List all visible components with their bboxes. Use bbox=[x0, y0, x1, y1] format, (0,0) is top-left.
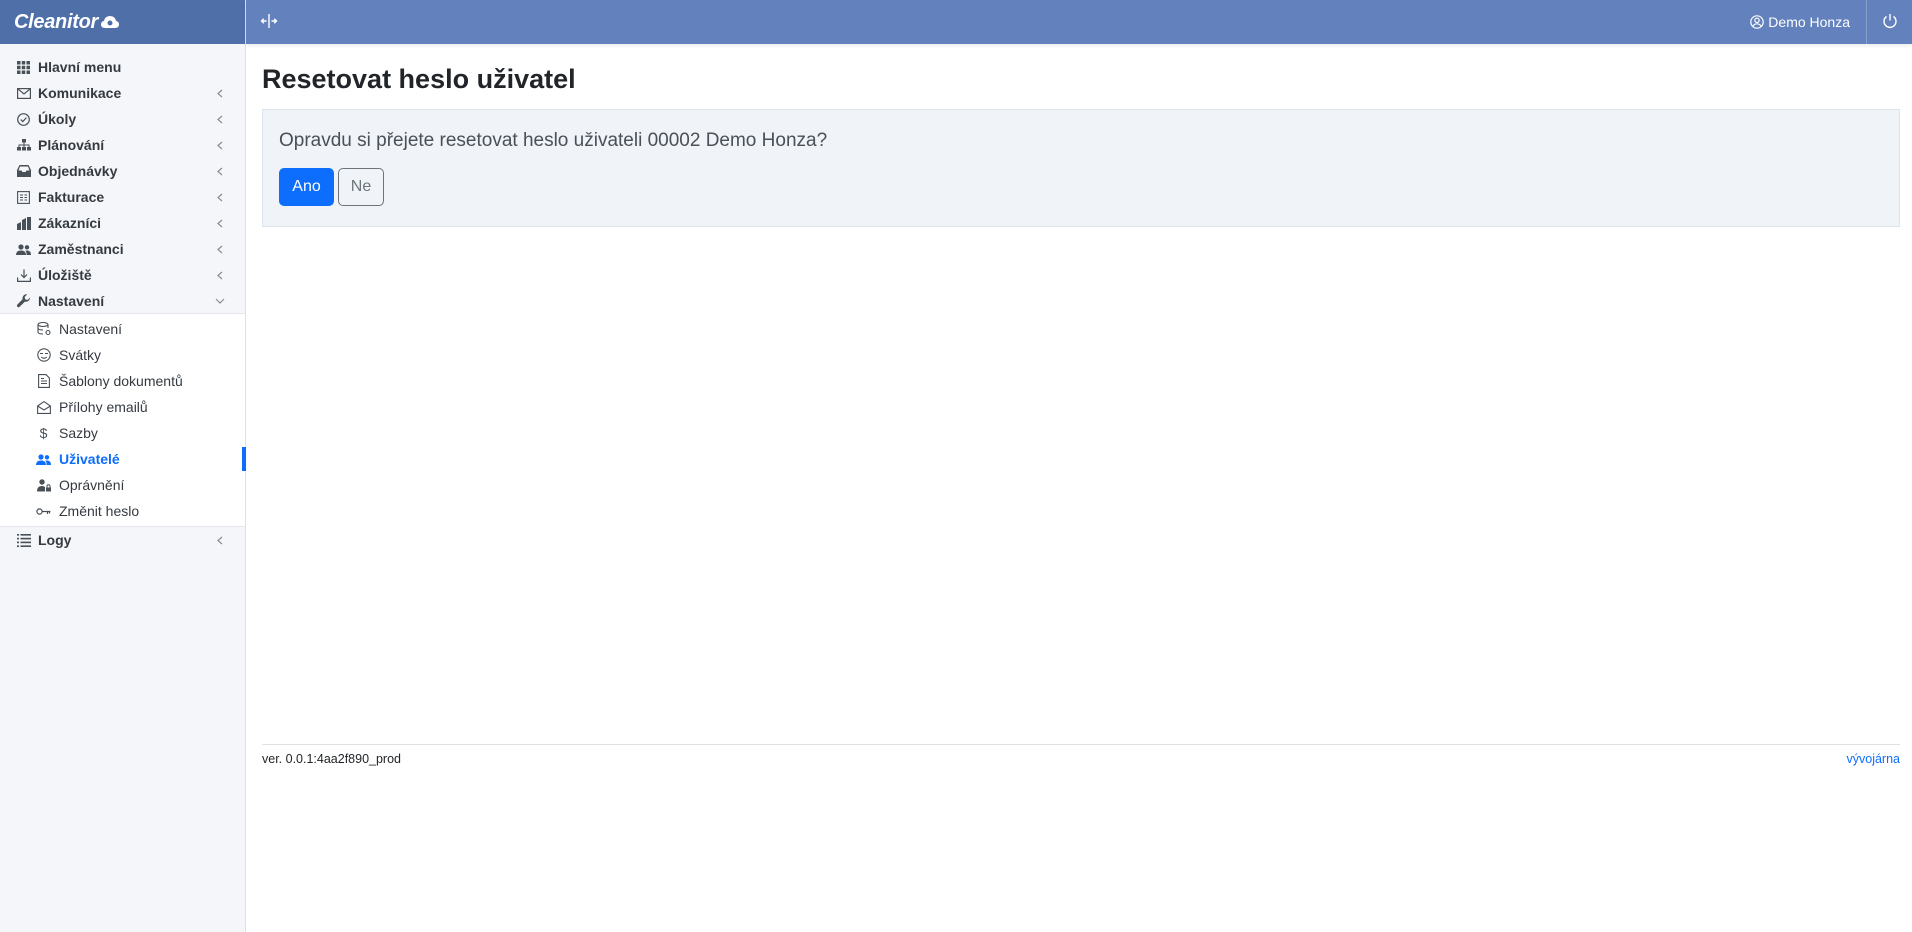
sidebar-item-label: Objednávky bbox=[38, 163, 118, 179]
submenu-item-svatky[interactable]: Svátky bbox=[0, 342, 245, 368]
submenu-item-sablony-dokumentu[interactable]: Šablony dokumentů bbox=[0, 368, 245, 394]
top-navbar: Demo Honza bbox=[246, 0, 1912, 44]
footer: ver. 0.0.1:4aa2f890_prod vývojárna bbox=[262, 744, 1900, 766]
no-button[interactable]: Ne bbox=[338, 168, 384, 206]
version-text: ver. 0.0.1:4aa2f890_prod bbox=[262, 752, 402, 766]
sidebar-item-zakaznici[interactable]: Zákazníci bbox=[0, 210, 245, 236]
dollar-icon: $ bbox=[39, 425, 48, 441]
confirm-buttons: Ano Ne bbox=[279, 168, 1883, 206]
sitemap-icon bbox=[16, 138, 31, 153]
envelope-icon bbox=[16, 86, 31, 101]
page-title: Resetovat heslo uživatel bbox=[262, 64, 576, 94]
submenu-item-label: Sazby bbox=[59, 425, 98, 441]
sidebar-item-label: Nastavení bbox=[38, 292, 105, 309]
sidebar-item-label: Úkoly bbox=[38, 111, 77, 127]
sidebar-item-uloziste[interactable]: Úložiště bbox=[0, 262, 245, 288]
user-circle-icon bbox=[1750, 15, 1765, 29]
submenu-item-uzivatele[interactable]: Uživatelé bbox=[0, 446, 246, 472]
yes-button[interactable]: Ano bbox=[279, 168, 334, 206]
sidebar-item-logy[interactable]: Logy bbox=[0, 527, 245, 553]
sidebar-item-label: Zákazníci bbox=[38, 215, 102, 231]
list-icon bbox=[16, 533, 31, 548]
submenu-item-sazby[interactable]: $ Sazby bbox=[0, 420, 245, 446]
chevron-left-icon bbox=[215, 244, 225, 254]
submenu-item-label: Šablony dokumentů bbox=[59, 373, 183, 389]
key-icon bbox=[36, 504, 51, 519]
sidebar-item-hlavni-menu[interactable]: Hlavní menu bbox=[0, 54, 245, 80]
sidebar-item-nastaveni[interactable]: Nastavení bbox=[0, 288, 245, 314]
sidebar-item-label: Logy bbox=[38, 532, 72, 548]
people-icon bbox=[16, 242, 31, 257]
envelope-open-icon bbox=[36, 400, 51, 415]
cloud-logo-icon bbox=[100, 15, 119, 29]
header-divider bbox=[1866, 0, 1867, 44]
sidebar-item-label: Plánování bbox=[38, 137, 105, 153]
download-icon bbox=[16, 268, 31, 283]
users-icon bbox=[36, 452, 51, 467]
sidebar-item-label: Úložiště bbox=[38, 267, 92, 283]
file-text-icon bbox=[36, 374, 51, 389]
check-circle-icon bbox=[16, 112, 31, 127]
database-gear-icon bbox=[36, 322, 51, 337]
grid-icon bbox=[16, 60, 31, 75]
inbox-icon bbox=[16, 164, 31, 179]
chevron-left-icon bbox=[215, 114, 225, 124]
main-content: Resetovat heslo uživatel Opravdu si přej… bbox=[262, 44, 1900, 227]
brand[interactable]: Cleanitor bbox=[0, 0, 245, 44]
confirm-card: Opravdu si přejete resetovat heslo uživa… bbox=[262, 109, 1900, 227]
sidebar-toggle-icon[interactable] bbox=[260, 12, 280, 32]
sidebar: Cleanitor Hlavní menu Komunikace Úkoly P… bbox=[0, 0, 246, 932]
submenu-item-label: Přílohy emailů bbox=[59, 399, 148, 415]
invoice-icon bbox=[16, 190, 31, 205]
sidebar-item-fakturace[interactable]: Fakturace bbox=[0, 184, 245, 210]
sidebar-item-label: Fakturace bbox=[38, 189, 105, 205]
user-lock-icon bbox=[36, 478, 51, 493]
buildings-icon bbox=[16, 216, 31, 231]
user-menu[interactable]: Demo Honza bbox=[1750, 0, 1850, 44]
submenu-item-nastaveni[interactable]: Nastavení bbox=[0, 316, 245, 342]
sidebar-item-label: Hlavní menu bbox=[38, 59, 122, 75]
submenu-item-label: Uživatelé bbox=[59, 451, 120, 467]
chevron-left-icon bbox=[215, 88, 225, 98]
sidebar-item-planovani[interactable]: Plánování bbox=[0, 132, 245, 158]
chevron-left-icon bbox=[215, 166, 225, 176]
chevron-left-icon bbox=[215, 140, 225, 150]
chevron-down-icon bbox=[215, 296, 225, 306]
submenu-item-zmenit-heslo[interactable]: Změnit heslo bbox=[0, 498, 245, 524]
submenu-item-label: Svátky bbox=[59, 347, 102, 363]
wrench-icon bbox=[16, 293, 31, 308]
chevron-left-icon bbox=[215, 535, 225, 545]
sidebar-item-label: Zaměstnanci bbox=[38, 241, 124, 257]
chevron-left-icon bbox=[215, 192, 225, 202]
chevron-left-icon bbox=[215, 270, 225, 280]
brand-name: Cleanitor bbox=[14, 10, 98, 33]
sidebar-item-ukoly[interactable]: Úkoly bbox=[0, 106, 245, 132]
sidebar-item-zamestnanci[interactable]: Zaměstnanci bbox=[0, 236, 245, 262]
submenu-item-opravneni[interactable]: Oprávnění bbox=[0, 472, 245, 498]
emoji-icon bbox=[36, 348, 51, 363]
submenu-item-prilohy-emailu[interactable]: Přílohy emailů bbox=[0, 394, 245, 420]
user-name: Demo Honza bbox=[1768, 14, 1850, 30]
sidebar-item-label: Komunikace bbox=[38, 85, 122, 101]
submenu-item-label: Změnit heslo bbox=[59, 503, 140, 519]
submenu-item-label: Nastavení bbox=[59, 321, 123, 337]
chevron-left-icon bbox=[215, 218, 225, 228]
sidebar-item-objednavky[interactable]: Objednávky bbox=[0, 158, 245, 184]
confirm-question: Opravdu si přejete resetovat heslo uživa… bbox=[279, 130, 828, 151]
power-icon[interactable] bbox=[1882, 13, 1900, 31]
submenu-item-label: Oprávnění bbox=[59, 477, 125, 493]
sidebar-nav: Hlavní menu Komunikace Úkoly Plánování O… bbox=[0, 44, 245, 314]
vyvojarna-link[interactable]: vývojárna bbox=[1847, 752, 1901, 766]
sidebar-item-komunikace[interactable]: Komunikace bbox=[0, 80, 245, 106]
settings-submenu: Nastavení Svátky Šablony dokumentů Přílo… bbox=[0, 314, 246, 527]
